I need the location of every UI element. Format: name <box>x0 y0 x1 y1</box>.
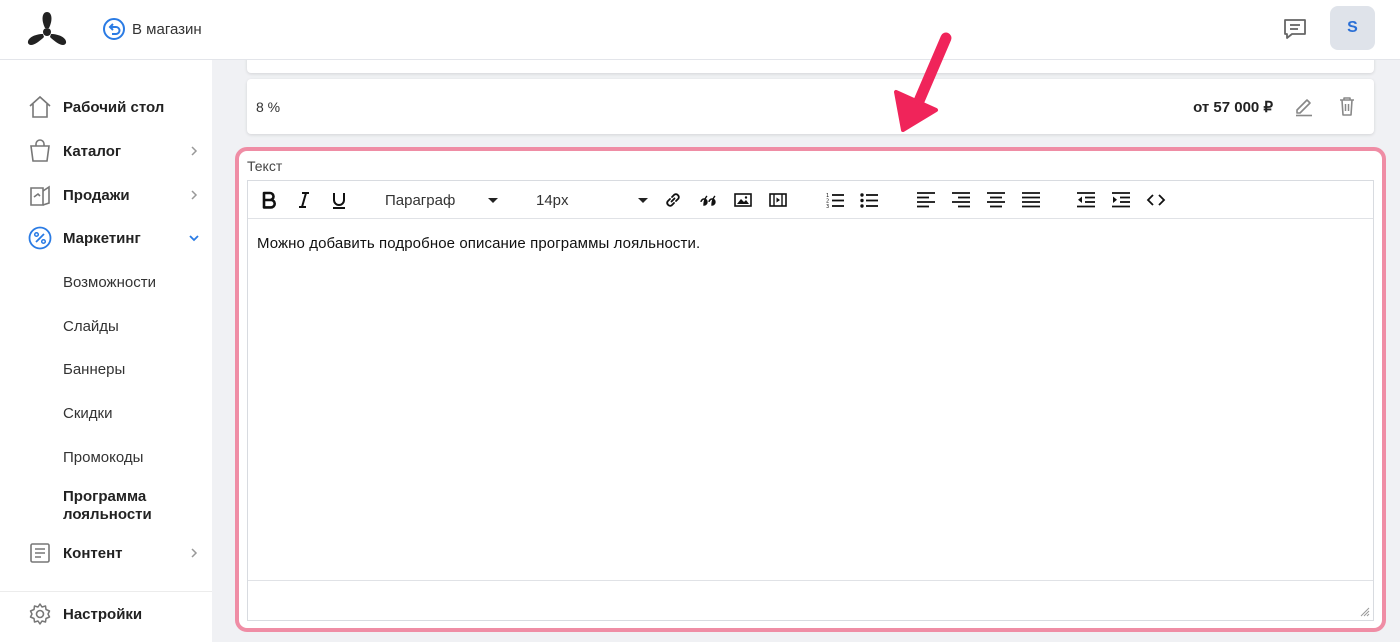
back-arrow-icon <box>103 18 125 40</box>
bold-button[interactable] <box>259 190 279 210</box>
chevron-right-icon <box>191 146 198 156</box>
home-icon <box>29 95 51 118</box>
outdent-button[interactable] <box>1076 190 1096 210</box>
rich-text-editor[interactable]: Параграф 14px 123 Можно добавить подробн… <box>247 180 1374 621</box>
font-size-select-value: 14px <box>536 191 569 209</box>
align-left-button[interactable] <box>916 190 936 210</box>
sidebar-item-catalog[interactable]: Каталог <box>0 131 212 171</box>
sidebar-item-label: Каталог <box>63 142 122 160</box>
sidebar-subitem-promocodes[interactable]: Промокоды <box>63 449 143 466</box>
sidebar-subitem-loyalty[interactable]: Программа лояльности <box>63 488 183 524</box>
quote-icon <box>700 195 716 206</box>
align-right-icon <box>952 192 970 208</box>
annotation-arrow-icon <box>894 32 952 132</box>
sales-icon <box>30 185 50 206</box>
resize-handle-icon[interactable] <box>1360 607 1370 617</box>
code-view-button[interactable] <box>1146 190 1166 210</box>
align-left-icon <box>917 192 935 208</box>
sidebar-subitem-slides[interactable]: Слайды <box>63 318 119 335</box>
italic-button[interactable] <box>294 190 314 210</box>
sidebar-item-label: Контент <box>63 544 123 562</box>
sidebar-item-label: Продажи <box>63 186 130 204</box>
underline-icon <box>333 193 345 209</box>
ordered-list-button[interactable]: 123 <box>825 190 845 210</box>
text-field-label: Текст <box>247 158 283 174</box>
align-center-icon <box>987 192 1005 208</box>
quote-button[interactable] <box>698 190 718 210</box>
link-button[interactable] <box>663 190 683 210</box>
align-justify-button[interactable] <box>1021 190 1041 210</box>
video-icon <box>769 193 787 207</box>
sidebar-item-content[interactable]: Контент <box>0 533 212 573</box>
editor-statusbar <box>248 580 1373 620</box>
chat-icon[interactable] <box>1282 16 1308 42</box>
loyalty-threshold: от 57 000 ₽ <box>1193 99 1273 116</box>
sidebar-divider <box>0 591 212 592</box>
ordered-list-icon: 123 <box>826 193 844 210</box>
code-icon <box>1146 194 1166 206</box>
sidebar: Рабочий стол Каталог Продажи Маркетинг В… <box>0 60 212 642</box>
editor-content[interactable]: Можно добавить подробное описание програ… <box>257 235 700 252</box>
back-to-store-link[interactable]: В магазин <box>102 16 202 42</box>
bag-icon <box>30 139 50 162</box>
link-icon <box>666 193 680 207</box>
underline-button[interactable] <box>329 190 349 210</box>
percent-icon <box>28 226 52 250</box>
sidebar-item-label: Настройки <box>63 605 143 623</box>
trash-icon[interactable] <box>1336 95 1358 117</box>
indent-icon <box>1112 192 1130 208</box>
sidebar-subitem-banners[interactable]: Баннеры <box>63 361 125 378</box>
svg-text:3: 3 <box>826 204 829 210</box>
bullet-list-icon <box>860 193 878 208</box>
caret-down-icon <box>638 198 648 203</box>
edit-icon[interactable] <box>1293 95 1315 117</box>
chevron-right-icon <box>191 548 198 558</box>
chevron-down-icon <box>189 235 199 242</box>
outdent-icon <box>1077 192 1095 208</box>
loyalty-percent: 8 % <box>256 99 281 115</box>
sidebar-item-label: Рабочий стол <box>63 98 165 116</box>
sidebar-item-marketing[interactable]: Маркетинг <box>0 218 212 258</box>
sidebar-subitem-discounts[interactable]: Скидки <box>63 405 112 422</box>
sidebar-item-label: Маркетинг <box>63 229 141 247</box>
chevron-right-icon <box>191 190 198 200</box>
align-justify-icon <box>1022 192 1040 208</box>
bullet-list-button[interactable] <box>859 190 879 210</box>
caret-down-icon <box>488 198 498 203</box>
sidebar-item-dashboard[interactable]: Рабочий стол <box>0 87 212 127</box>
user-avatar[interactable]: S <box>1330 6 1375 50</box>
sidebar-item-sales[interactable]: Продажи <box>0 175 212 215</box>
sidebar-subitem-features[interactable]: Возможности <box>63 274 156 291</box>
bold-icon <box>262 191 276 209</box>
indent-button[interactable] <box>1111 190 1131 210</box>
align-right-button[interactable] <box>951 190 971 210</box>
gear-icon <box>29 603 51 625</box>
logo-icon[interactable] <box>26 10 68 48</box>
image-button[interactable] <box>733 190 753 210</box>
back-to-store-label: В магазин <box>132 20 202 38</box>
content-icon <box>30 543 50 563</box>
italic-icon <box>299 192 309 208</box>
top-bar: В магазин S <box>0 0 1400 60</box>
align-center-button[interactable] <box>986 190 1006 210</box>
image-icon <box>734 193 752 207</box>
paragraph-select[interactable]: Параграф <box>385 189 500 211</box>
font-size-select[interactable]: 14px <box>536 189 651 211</box>
video-button[interactable] <box>768 190 788 210</box>
sidebar-item-settings[interactable]: Настройки <box>0 594 212 634</box>
paragraph-select-value: Параграф <box>385 191 456 209</box>
editor-toolbar: Параграф 14px 123 <box>248 181 1373 219</box>
loyalty-level-row: 8 % от 57 000 ₽ <box>247 79 1374 134</box>
